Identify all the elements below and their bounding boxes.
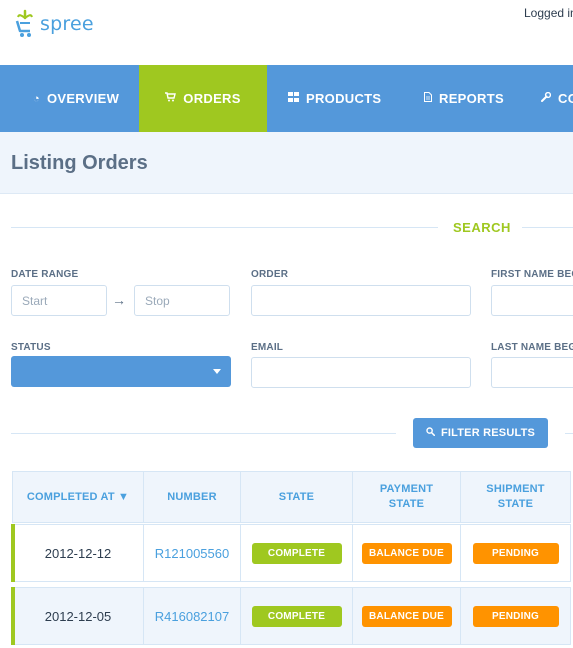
state-cell: COMPLETE [240, 587, 353, 645]
order-number-cell: R121005560 [143, 524, 241, 582]
cart-icon [165, 92, 177, 105]
state-badge: COMPLETE [251, 542, 342, 564]
page-title: Listing Orders [11, 152, 148, 174]
shipment-state-cell: PENDING [460, 524, 571, 582]
caret-down-icon [213, 369, 221, 374]
first-name-input[interactable] [491, 285, 573, 316]
brand-name: spree [40, 13, 94, 35]
payment-state-cell: BALANCE DUE [352, 524, 461, 582]
order-number-link[interactable]: R416082107 [155, 609, 229, 624]
grid-icon [288, 92, 299, 105]
order-label: ORDER [251, 269, 289, 280]
state-badge: COMPLETE [251, 605, 342, 627]
shipment-state-badge: PENDING [472, 605, 559, 627]
logged-in-text: Logged in [524, 6, 573, 20]
row-status-bar [11, 587, 15, 645]
divider [11, 433, 396, 434]
divider [522, 227, 573, 228]
filter-results-label: FILTER RESULTS [440, 427, 536, 439]
top-bar: spree Logged in [0, 0, 573, 65]
arrow-right-icon: → [112, 292, 126, 308]
divider [565, 433, 573, 434]
email-label: EMAIL [251, 342, 284, 353]
divider [11, 227, 438, 228]
payment-state-badge: BALANCE DUE [361, 605, 452, 627]
last-name-label: LAST NAME BEG [491, 342, 573, 353]
spree-logo-icon [15, 9, 33, 37]
nav-item-label: CO [558, 91, 573, 106]
start-date-input[interactable]: Start [11, 285, 107, 316]
filter-results-button[interactable]: FILTER RESULTS [413, 418, 548, 448]
nav-item-overview[interactable]: ◔ OVERVIEW [33, 65, 119, 132]
first-name-label: FIRST NAME BEG [491, 269, 573, 280]
column-header-state[interactable]: STATE [240, 471, 353, 523]
row-status-bar [11, 524, 15, 582]
stop-date-input[interactable]: Stop [134, 285, 230, 316]
nav-item-orders[interactable]: ORDERS [139, 65, 267, 132]
email-input[interactable] [251, 357, 471, 388]
completed-at-cell: 2012-12-12 [12, 524, 144, 582]
column-header-shipment-state[interactable]: SHIPMENT STATE [460, 471, 571, 523]
last-name-input[interactable] [491, 357, 573, 388]
search-icon [426, 427, 436, 439]
shipment-state-cell: PENDING [460, 587, 571, 645]
nav-item-configuration[interactable]: CO [541, 65, 573, 132]
state-cell: COMPLETE [240, 524, 353, 582]
status-label: STATUS [11, 342, 51, 353]
completed-at-cell: 2012-12-05 [12, 587, 144, 645]
payment-state-badge: BALANCE DUE [361, 542, 452, 564]
nav-item-reports[interactable]: REPORTS [424, 65, 504, 132]
shipment-state-badge: PENDING [472, 542, 559, 564]
nav-item-products[interactable]: PRODUCTS [288, 65, 381, 132]
dashboard-icon: ◔ [33, 92, 40, 105]
wrench-icon [541, 91, 552, 105]
column-header-completed-at[interactable]: COMPLETED AT ▼ [12, 471, 144, 523]
spree-logo[interactable]: spree [14, 9, 94, 39]
order-number-link[interactable]: R121005560 [155, 546, 229, 561]
date-range-label: DATE RANGE [11, 269, 79, 280]
order-input[interactable] [251, 285, 471, 316]
nav-item-label: REPORTS [439, 91, 504, 106]
search-section-label: SEARCH [453, 220, 511, 235]
nav-item-label: PRODUCTS [306, 91, 382, 106]
main-nav: ◔ OVERVIEW ORDERS PRODUCTS REPORTS CO [0, 65, 573, 132]
payment-state-cell: BALANCE DUE [352, 587, 461, 645]
column-header-payment-state[interactable]: PAYMENT STATE [352, 471, 461, 523]
nav-item-label: OVERVIEW [46, 91, 120, 106]
order-number-cell: R416082107 [143, 587, 241, 645]
status-select[interactable] [11, 356, 231, 387]
column-header-number[interactable]: NUMBER [143, 471, 241, 523]
file-icon [424, 92, 432, 105]
nav-item-label: ORDERS [183, 91, 241, 106]
